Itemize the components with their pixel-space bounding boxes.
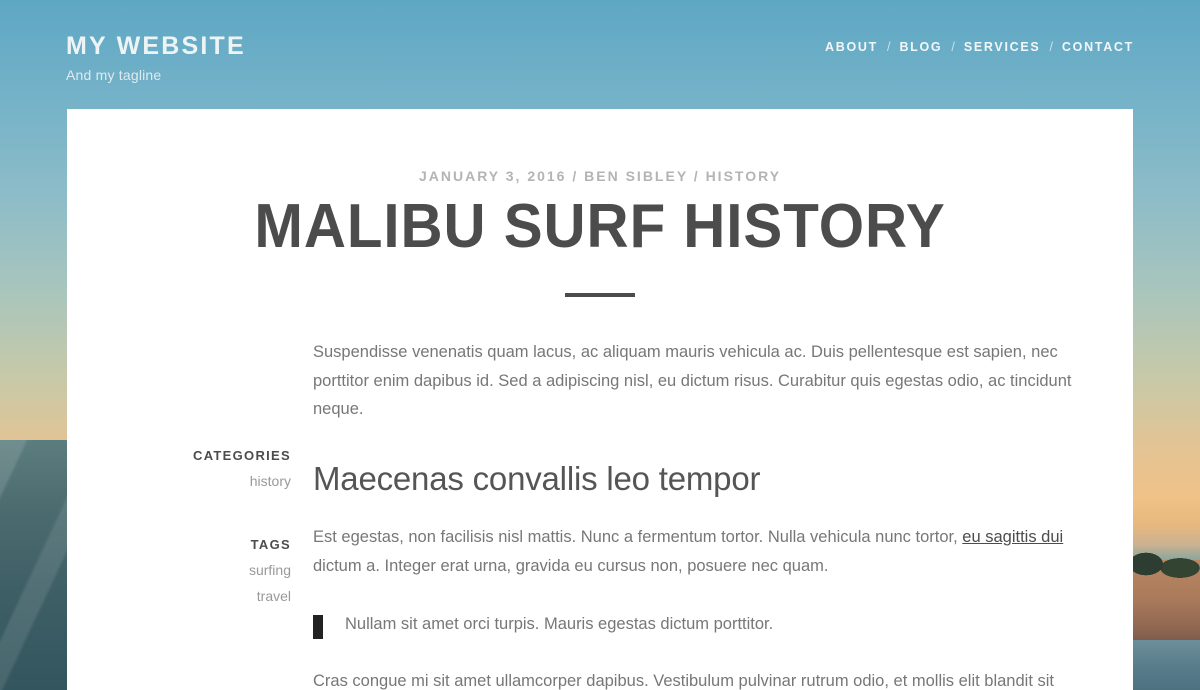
- nav-separator: /: [951, 40, 955, 54]
- site-title[interactable]: MY WEBSITE: [66, 32, 246, 61]
- post-article: Suspendisse venenatis quam lacus, ac ali…: [305, 338, 1133, 690]
- tags-heading: TAGS: [250, 537, 291, 553]
- categories-heading: CATEGORIES: [193, 448, 291, 464]
- paragraph-2-text-before: Est egestas, non facilisis nisl mattis. …: [313, 528, 963, 547]
- post-paragraph-3: Cras congue mi sit amet ullamcorper dapi…: [313, 671, 1054, 690]
- post-body: CATEGORIES history TAGS surfing travel S…: [67, 338, 1133, 690]
- site-branding[interactable]: MY WEBSITE And my tagline: [66, 0, 246, 83]
- nav-separator: /: [886, 40, 891, 54]
- tags-block: TAGS surfing travel: [67, 537, 291, 604]
- nav-item-about[interactable]: ABOUT: [825, 40, 878, 54]
- post-paragraph-1: Suspendisse venenatis quam lacus, ac ali…: [313, 343, 1072, 418]
- tag-link-surfing[interactable]: surfing: [67, 562, 291, 578]
- blockquote-text: Nullam sit amet orci turpis. Mauris eges…: [345, 614, 774, 633]
- main-navigation[interactable]: ABOUT / BLOG / SERVICES / CONTACT: [825, 0, 1134, 54]
- post-content-card: JANUARY 3, 2016 / BEN SIBLEY / HISTORY M…: [67, 109, 1133, 690]
- blockquote-bar-icon: [313, 614, 323, 639]
- categories-block: CATEGORIES history: [67, 448, 291, 489]
- title-divider: [565, 293, 635, 298]
- nav-item-services[interactable]: SERVICES: [964, 40, 1041, 54]
- nav-separator: /: [1049, 40, 1053, 54]
- post-paragraph-2: Est egestas, non facilisis nisl mattis. …: [313, 523, 1073, 579]
- site-header: MY WEBSITE And my tagline ABOUT / BLOG /…: [0, 0, 1200, 109]
- post-sidebar: CATEGORIES history TAGS surfing travel: [67, 338, 305, 690]
- post-blockquote: Nullam sit amet orci turpis. Mauris eges…: [313, 610, 1073, 639]
- post-meta[interactable]: JANUARY 3, 2016 / BEN SIBLEY / HISTORY: [67, 168, 1133, 184]
- site-tagline: And my tagline: [66, 66, 162, 83]
- post-heading-2: Maecenas convallis leo tempor: [313, 460, 761, 498]
- category-link-history[interactable]: history: [67, 473, 291, 489]
- nav-item-contact[interactable]: CONTACT: [1062, 40, 1134, 54]
- post-title: MALIBU SURF HISTORY: [254, 192, 946, 261]
- paragraph-2-text-after: dictum a. Integer erat urna, gravida eu …: [313, 556, 829, 575]
- tag-link-travel[interactable]: travel: [67, 588, 291, 604]
- nav-item-blog[interactable]: BLOG: [899, 40, 942, 54]
- inline-link-eu-sagittis-dui[interactable]: eu sagittis dui: [962, 528, 1063, 546]
